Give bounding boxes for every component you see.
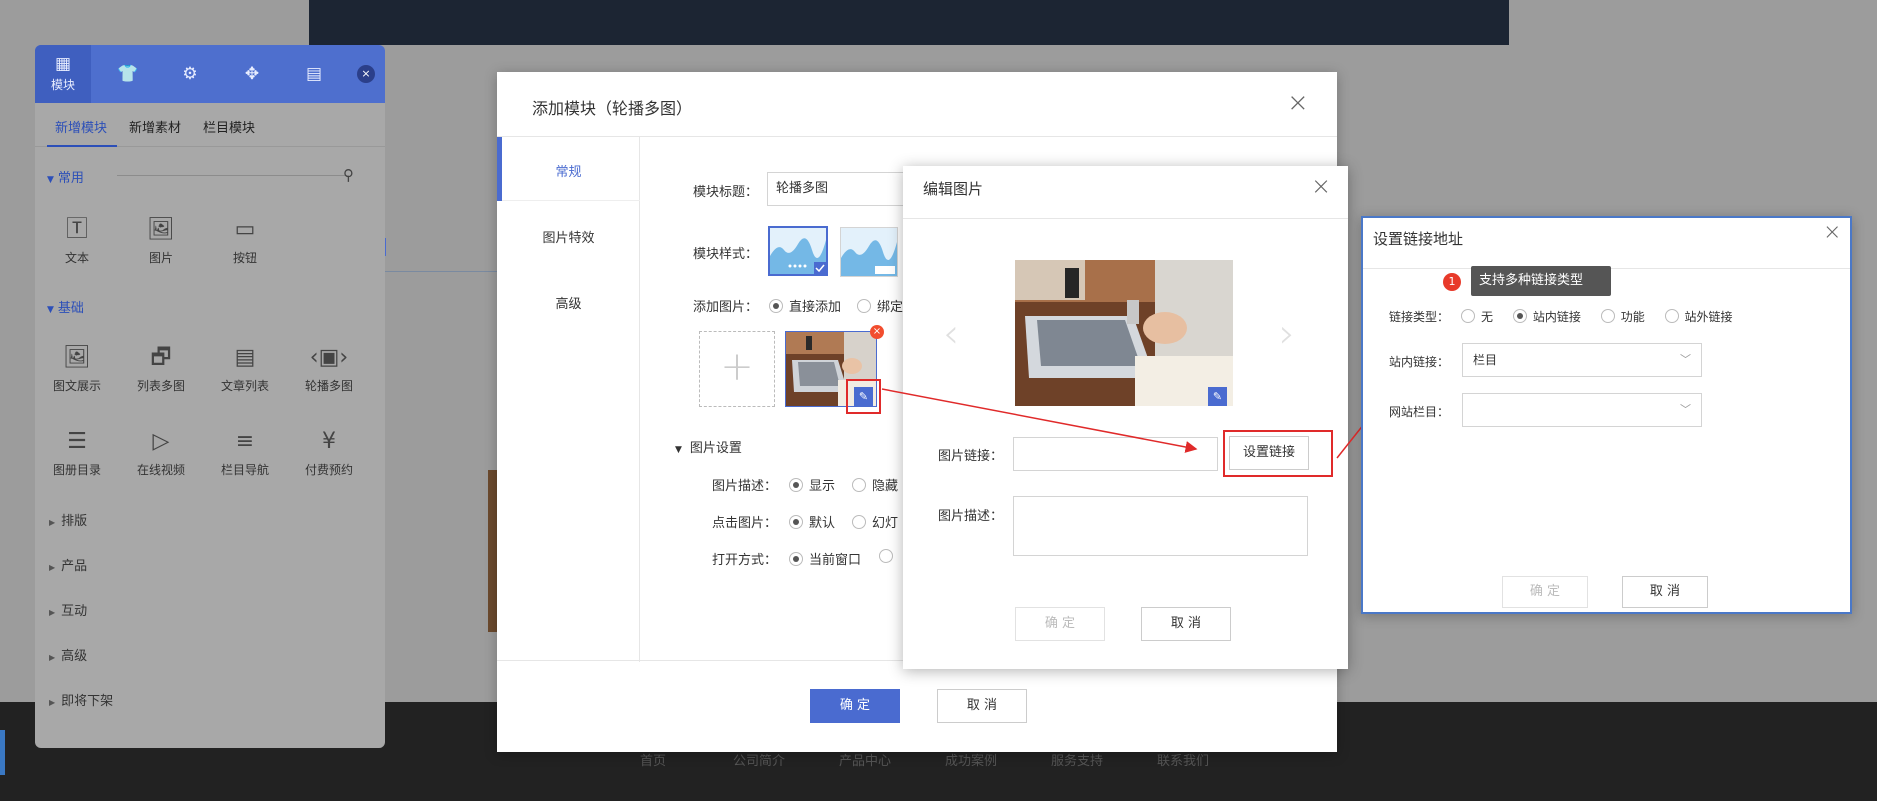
link-type-tooltip: 支持多种链接类型 [1471, 266, 1611, 296]
link-type-none[interactable]: 无 [1461, 309, 1494, 324]
close-icon[interactable]: × [1823, 222, 1841, 244]
link-type-external-label: 站外链接 [1684, 310, 1733, 324]
internal-link-label: 站内链接： [1389, 355, 1450, 369]
internal-link-value: 栏目 [1473, 353, 1498, 367]
radio-icon [1461, 309, 1475, 323]
site-column-select[interactable]: ﹀ [1462, 393, 1702, 427]
link-type-none-label: 无 [1481, 310, 1494, 324]
set-link-dialog: 设置链接地址 × 1 支持多种链接类型 链接类型： 无 站内链接 功能 站外链接… [1361, 216, 1852, 614]
link-type-function[interactable]: 功能 [1600, 309, 1645, 324]
internal-link-select[interactable]: 栏目 ﹀ [1462, 343, 1702, 377]
link-dialog-title: 设置链接地址 [1373, 230, 1464, 248]
tip-number-badge: 1 [1443, 273, 1461, 291]
link-type-internal-label: 站内链接 [1532, 310, 1581, 324]
link-confirm-button[interactable]: 确 定 [1502, 576, 1588, 608]
link-type-internal[interactable]: 站内链接 [1512, 309, 1581, 324]
arrow-edit-to-link [881, 388, 1198, 453]
chevron-down-icon: ﹀ [1680, 353, 1691, 366]
chevron-down-icon: ﹀ [1680, 403, 1691, 416]
radio-icon [1600, 309, 1615, 323]
link-cancel-button[interactable]: 取 消 [1622, 576, 1708, 608]
site-column-label: 网站栏目： [1389, 405, 1450, 419]
radio-icon [1664, 309, 1679, 323]
link-type-function-label: 功能 [1620, 310, 1645, 324]
link-type-external[interactable]: 站外链接 [1664, 309, 1733, 324]
radio-icon [1512, 309, 1527, 323]
link-type-options: 无 站内链接 功能 站外链接 [1461, 308, 1749, 325]
link-type-label: 链接类型： [1389, 310, 1450, 324]
